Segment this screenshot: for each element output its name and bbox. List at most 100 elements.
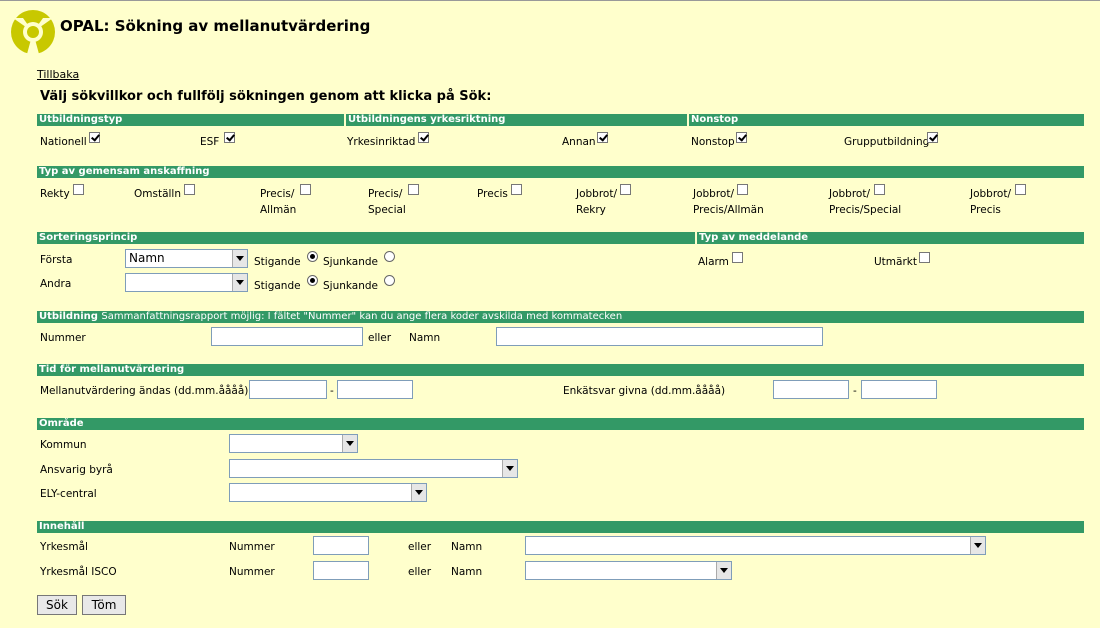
ely-central-select[interactable] [229, 483, 427, 502]
andra-label: Andra [40, 278, 72, 290]
ely-central-label: ELY-central [40, 488, 97, 500]
nationell-checkbox[interactable] [89, 132, 100, 143]
section-header-anskaffning: Typ av gemensam anskaffning [37, 166, 1084, 178]
chevron-down-icon [411, 484, 426, 501]
chevron-down-icon [342, 435, 357, 452]
rekty-checkbox[interactable] [73, 184, 84, 195]
back-link[interactable]: Tillbaka [37, 68, 79, 81]
isco-eller-label: eller [408, 566, 432, 578]
precis-allman-label: Precis/ [260, 188, 295, 200]
nonstop-label: Nonstop [691, 136, 735, 148]
andas-to-input[interactable] [337, 380, 413, 399]
chevron-down-icon [716, 562, 731, 579]
section-header-yrkesriktning: Utbildningens yrkesriktning [346, 114, 687, 126]
isco-namn-select[interactable] [525, 561, 732, 580]
chevron-down-icon [502, 460, 517, 477]
top-border [0, 0, 1100, 1]
sok-button[interactable]: Sök [37, 595, 77, 615]
isco-nummer-input[interactable] [313, 561, 369, 580]
annan-checkbox[interactable] [597, 132, 608, 143]
sjunkande-label-1: Sjunkande [323, 256, 379, 268]
utbildning-nummer-label: Nummer [40, 332, 86, 344]
utmarkt-label: Utmärkt [874, 256, 917, 268]
utbildning-namn-label: Namn [409, 332, 441, 344]
section-header-meddelande: Typ av meddelande [697, 232, 1084, 244]
enkat-dash: - [853, 385, 857, 397]
section-header-nonstop: Nonstop [689, 114, 1084, 126]
yrkesmal-namn-label: Namn [451, 541, 483, 553]
esf-checkbox[interactable] [224, 132, 235, 143]
jobbrot-precis-special-label-line2: Precis/Special [829, 204, 902, 216]
yrkesmal-namn-select[interactable] [525, 536, 986, 555]
yrkesmal-label: Yrkesmål [40, 541, 88, 553]
enkat-label: Enkätsvar givna (dd.mm.åååå) [563, 385, 726, 397]
precis-special-label: Precis/ [368, 188, 403, 200]
jobbrot-rekry-label: Jobbrot/ [576, 188, 618, 200]
andra-sjunkande-radio[interactable] [384, 275, 395, 286]
precis-allman-checkbox[interactable] [300, 184, 311, 195]
jobbrot-rekry-checkbox[interactable] [620, 184, 631, 195]
utbildning-namn-input[interactable] [496, 327, 823, 346]
section-header-sortering: Sorteringsprincip [37, 232, 695, 244]
precis-label: Precis [477, 188, 508, 200]
isco-nummer-label: Nummer [229, 566, 275, 578]
jobbrot-precis-label-line2: Precis [970, 204, 1001, 216]
omstalln-label: Omställn [134, 188, 182, 200]
annan-label: Annan [562, 136, 596, 148]
andra-stigande-radio[interactable] [307, 275, 318, 286]
andas-label: Mellanutvärdering ändas (dd.mm.åååå) [40, 385, 249, 397]
ansvarig-byra-label: Ansvarig byrå [40, 464, 113, 476]
yrkesmal-nummer-input[interactable] [313, 536, 369, 555]
jobbrot-precis-allman-label-line2: Precis/Allmän [693, 204, 764, 216]
utbildning-eller-label: eller [368, 332, 392, 344]
precis-allman-label-line2: Allmän [260, 204, 297, 216]
enkat-from-input[interactable] [773, 380, 849, 399]
utbildning-nummer-input[interactable] [211, 327, 363, 346]
stigande-label-2: Stigande [254, 280, 301, 292]
page-title: OPAL: Sökning av mellanutvärdering [60, 17, 371, 35]
tom-button[interactable]: Töm [82, 595, 126, 615]
ansvarig-byra-select[interactable] [229, 459, 518, 478]
yrkesmal-eller-label: eller [408, 541, 432, 553]
stigande-label-1: Stigande [254, 256, 301, 268]
yrkesmal-isco-label: Yrkesmål ISCO [40, 566, 117, 578]
isco-namn-label: Namn [451, 566, 483, 578]
yrkesinriktad-label: Yrkesinriktad [347, 136, 416, 148]
grupputbildning-label: Grupputbildning [844, 136, 930, 148]
precis-special-checkbox[interactable] [408, 184, 419, 195]
section-header-omrade: Område [37, 418, 1084, 430]
chevron-down-icon [232, 250, 247, 267]
jobbrot-precis-label: Jobbrot/ [970, 188, 1012, 200]
jobbrot-precis-allman-checkbox[interactable] [737, 184, 748, 195]
andas-from-input[interactable] [249, 380, 327, 399]
rekty-label: Rekty [40, 188, 70, 200]
grupputbildning-checkbox[interactable] [927, 132, 938, 143]
section-header-utbildning: Utbildning Sammanfattningsrapport möjlig… [37, 311, 1084, 323]
alarm-checkbox[interactable] [732, 252, 743, 263]
omstalln-checkbox[interactable] [184, 184, 195, 195]
jobbrot-precis-allman-label: Jobbrot/ [693, 188, 735, 200]
andra-select[interactable] [125, 273, 248, 292]
sjunkande-label-2: Sjunkande [323, 280, 379, 292]
yrkesinriktad-checkbox[interactable] [418, 132, 429, 143]
precis-checkbox[interactable] [511, 184, 522, 195]
enkat-to-input[interactable] [861, 380, 937, 399]
esf-label: ESF [200, 136, 220, 148]
section-header-utbildningstyp: Utbildningstyp [37, 114, 344, 126]
forsta-stigande-radio[interactable] [307, 251, 318, 262]
utmarkt-checkbox[interactable] [919, 252, 930, 263]
jobbrot-precis-checkbox[interactable] [1015, 184, 1026, 195]
precis-special-label-line2: Special [368, 204, 406, 216]
nonstop-checkbox[interactable] [736, 132, 747, 143]
andas-dash: - [330, 385, 334, 397]
jobbrot-rekry-label-line2: Rekry [576, 204, 606, 216]
forsta-sjunkande-radio[interactable] [384, 251, 395, 262]
instruction-text: Välj sökvillkor och fullfölj sökningen g… [40, 89, 492, 104]
kommun-select[interactable] [229, 434, 358, 453]
nationell-label: Nationell [40, 136, 87, 148]
forsta-label: Första [40, 254, 73, 266]
opal-logo-icon [11, 10, 55, 54]
jobbrot-precis-special-checkbox[interactable] [874, 184, 885, 195]
forsta-select[interactable]: Namn [125, 249, 248, 268]
kommun-label: Kommun [40, 439, 87, 451]
